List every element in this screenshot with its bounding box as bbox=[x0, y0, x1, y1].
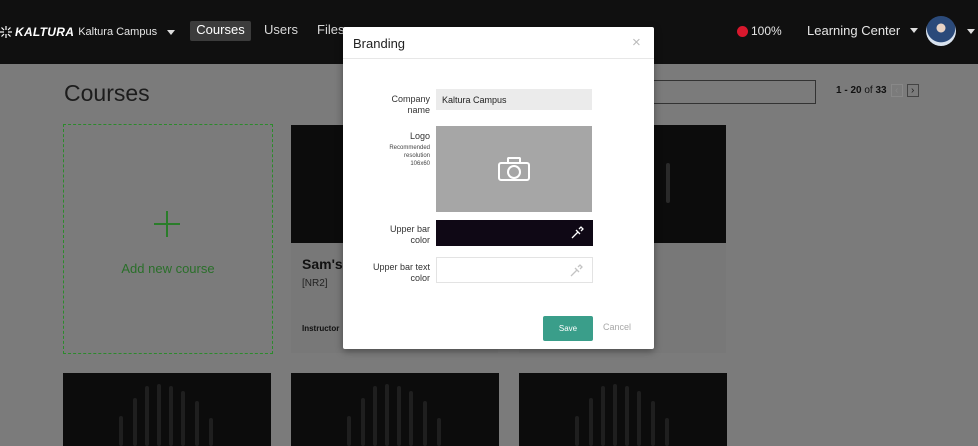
upper-bar-color-label: Upper bar color bbox=[389, 224, 430, 245]
search-input[interactable] bbox=[653, 80, 816, 104]
kaltura-logo-icon bbox=[0, 26, 12, 38]
chevron-down-icon[interactable] bbox=[167, 29, 176, 35]
course-thumbnail bbox=[291, 373, 499, 446]
close-icon[interactable]: × bbox=[632, 35, 641, 50]
nav-users[interactable]: Users bbox=[264, 21, 298, 39]
brand-subtitle: Kaltura Campus bbox=[78, 26, 158, 38]
status-dot-icon bbox=[737, 25, 748, 37]
dialog-title: Branding bbox=[353, 36, 406, 51]
company-name-field[interactable] bbox=[436, 89, 592, 110]
course-thumbnail bbox=[63, 373, 271, 446]
course-card[interactable] bbox=[63, 373, 271, 446]
eyedropper-icon[interactable] bbox=[569, 264, 583, 278]
pager-of: of bbox=[861, 85, 876, 96]
course-instructor: Instructor bbox=[302, 324, 340, 333]
eyedropper-icon[interactable] bbox=[570, 226, 584, 240]
logo-label: Logo bbox=[409, 131, 430, 141]
save-button[interactable]: Save bbox=[543, 316, 593, 341]
account-label: Learning Center bbox=[807, 23, 901, 38]
chevron-down-icon bbox=[910, 28, 919, 33]
pager-total: 33 bbox=[875, 85, 887, 96]
course-code: [NR2] bbox=[302, 278, 328, 289]
add-new-course-card[interactable]: Add new course bbox=[63, 124, 273, 354]
page-title: Courses bbox=[64, 80, 150, 106]
avatar[interactable] bbox=[926, 16, 956, 46]
logo-hint: Recommended resolution 106x60 bbox=[389, 145, 430, 167]
plus-icon bbox=[154, 211, 180, 237]
chevron-right-icon[interactable]: › bbox=[906, 84, 919, 97]
status-indicator[interactable]: 100% bbox=[737, 24, 782, 38]
upper-bar-text-color-picker[interactable] bbox=[436, 257, 593, 283]
add-new-course-label: Add new course bbox=[121, 261, 215, 276]
pager-range: 1 - 20 bbox=[836, 85, 862, 96]
chevron-down-icon[interactable] bbox=[967, 29, 975, 34]
brand[interactable]: KALTURA Kaltura Campus bbox=[0, 23, 176, 41]
logo-upload[interactable] bbox=[436, 126, 592, 212]
pagination: 1 - 20 of 33 ‹ › bbox=[836, 84, 919, 97]
course-title: Sam's bbox=[302, 256, 343, 272]
chevron-left-icon[interactable]: ‹ bbox=[890, 84, 903, 97]
branding-dialog: Branding × Company name Logo Recommended… bbox=[343, 27, 654, 349]
account-menu[interactable]: Learning Center bbox=[807, 23, 919, 38]
course-card[interactable] bbox=[291, 373, 499, 446]
divider bbox=[343, 58, 654, 59]
camera-icon bbox=[498, 157, 530, 181]
upper-bar-text-color-label: Upper bar text color bbox=[372, 262, 430, 283]
brand-name: KALTURA bbox=[15, 25, 75, 39]
cancel-button[interactable]: Cancel bbox=[603, 322, 631, 332]
nav-courses[interactable]: Courses bbox=[190, 21, 251, 41]
nav-files[interactable]: Files bbox=[317, 21, 344, 39]
status-percent: 100% bbox=[751, 24, 782, 38]
company-name-label: Company name bbox=[391, 94, 430, 115]
course-card[interactable] bbox=[519, 373, 727, 446]
upper-bar-color-picker[interactable] bbox=[436, 220, 593, 246]
course-thumbnail bbox=[519, 373, 727, 446]
